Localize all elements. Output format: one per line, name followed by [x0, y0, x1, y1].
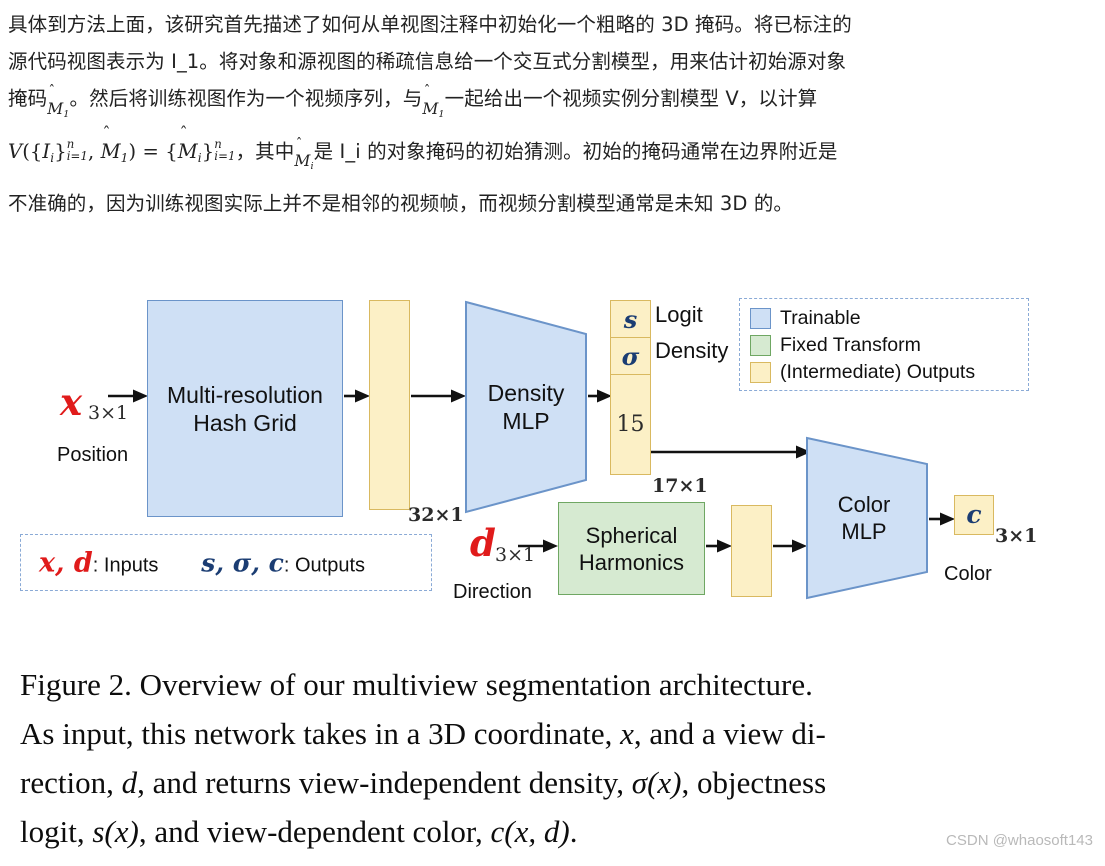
article-line-3-text-c: 一起给出一个视频实例分割模型 V，以计算 [444, 87, 818, 110]
figure-caption: Figure 2. Overview of our multiview segm… [20, 660, 1060, 856]
legend-label-trainable: Trainable [780, 307, 861, 329]
spherical-harmonics-line2: Harmonics [578, 549, 685, 575]
color-output-label: Color [944, 563, 992, 585]
output-cell-logit: s [611, 301, 650, 338]
output-label-density: Density [655, 338, 729, 363]
caption-l3-a: rection, [20, 765, 122, 800]
output-label-logit: Logit [655, 302, 703, 327]
caption-l2-math-x: x [620, 716, 634, 751]
caption-l2-a: As input, this network takes in a 3D coo… [20, 716, 621, 751]
legend-outputs-symbols: s, σ, c [201, 548, 284, 577]
legend-row-intermediate-outputs: (Intermediate) Outputs [750, 359, 1018, 386]
legend-row-fixed-transform: Fixed Transform [750, 332, 1018, 359]
mask-hat-mi-inline: ̂ Mi [294, 136, 314, 173]
output-value-15: 15 [616, 411, 645, 437]
output-stack-dim: 17×1 [652, 475, 708, 497]
article-line-3-text-a: 掩码 [8, 87, 48, 110]
legend-outputs-label: Outputs [294, 554, 366, 576]
swatch-intermediate-outputs-icon [750, 362, 771, 383]
density-mlp-line1: Density [487, 380, 565, 406]
feature-vector-32 [369, 300, 410, 510]
spherical-harmonics-line1: Spherical [585, 522, 678, 548]
density-output-stack: s σ 15 [610, 300, 651, 475]
output-cell-density: σ [611, 338, 650, 375]
arrow-d-to-spherical-harmonics [518, 538, 558, 554]
legend-label-intermediate-outputs: (Intermediate) Outputs [780, 361, 976, 383]
output-symbol-sigma: σ [621, 341, 640, 371]
input-label-direction: Direction [453, 581, 532, 603]
article-line-3-text-b: 。然后将训练视图作为一个视频序列，与 [69, 87, 423, 110]
caption-l4-c: , and view-dependent color, [138, 814, 491, 849]
hash-grid-block: Multi-resolution Hash Grid [147, 300, 343, 517]
legend-outputs-sep: : [283, 554, 295, 576]
legend-inputs-label: Inputs [103, 554, 159, 576]
density-mlp-label: Density MLP [464, 379, 588, 435]
caption-l3-c: , and returns view-independent density, [137, 765, 632, 800]
hash-grid-label: Multi-resolution Hash Grid [148, 381, 342, 437]
article-line-1: 具体到方法上面，该研究首先描述了如何从单视图注释中初始化一个粗略的 3D 掩码。… [8, 13, 852, 36]
caption-line-3: rection, d, and returns view-independent… [20, 758, 1060, 807]
color-mlp-label: Color MLP [805, 491, 923, 545]
architecture-diagram: x 3×1 Position Multi-resolution Hash Gri… [0, 276, 1105, 621]
output-symbol-s: s [623, 304, 638, 334]
arrow-feature-to-density-mlp [411, 388, 466, 404]
caption-line-2: As input, this network takes in a 3D coo… [20, 709, 1060, 758]
input-symbol-x: x [60, 380, 83, 424]
legend-label-fixed-transform: Fixed Transform [780, 334, 921, 356]
feature-vector-32-dim: 32×1 [408, 504, 464, 526]
arrow-sh-feature-to-color-mlp [773, 538, 807, 554]
caption-l4-a: logit, [20, 814, 93, 849]
color-mlp-line2: MLP [841, 519, 887, 544]
input-dim-x: 3×1 [88, 402, 129, 424]
mask-hat-m1-inline-2: ̂ M1 [422, 84, 445, 120]
arrow-density-mlp-to-output-stack [588, 388, 612, 404]
output-cell-rest: 15 [611, 375, 650, 473]
hash-grid-line2: Hash Grid [193, 409, 297, 436]
caption-line-1: Figure 2. Overview of our multiview segm… [20, 667, 813, 702]
color-output-dim: 3×1 [995, 525, 1038, 547]
arrow-x-to-hashgrid [108, 388, 148, 404]
article-body: 具体到方法上面，该研究首先描述了如何从单视图注释中初始化一个粗略的 3D 掩码。… [8, 6, 1098, 222]
swatch-trainable-icon [750, 308, 771, 329]
caption-line-4: logit, s(x), and view-dependent color, c… [20, 807, 1060, 856]
legend-inputs-outputs: x, d: Inputs s, σ, c: Outputs [20, 534, 432, 591]
legend-inputs-symbols: x, d [39, 547, 93, 578]
input-label-position: Position [57, 444, 129, 466]
article-line-4-text-b: 是 I_i 的对象掩码的初始猜测。初始的掩码通常在边界附近是 [313, 139, 838, 163]
caption-l4-math-c: c(x, d) [490, 814, 570, 849]
caption-l2-c: , and a view di- [633, 716, 826, 751]
spherical-harmonics-block: Spherical Harmonics [558, 502, 705, 595]
color-output-symbol: c [966, 500, 982, 529]
swatch-fixed-transform-icon [750, 335, 771, 356]
arrow-hashgrid-to-feature [344, 388, 370, 404]
sh-feature-vector [731, 505, 772, 597]
article-line-3: 掩码̂ M1。然后将训练视图作为一个视频序列，与̂ M1一起给出一个视频实例分割模型… [8, 80, 1098, 133]
color-mlp-line1: Color [837, 492, 891, 517]
arrow-output-stack-to-color-mlp [651, 444, 811, 460]
article-line-2: 源代码视图表示为 I_1。将对象和源视图的稀疏信息给一个交互式分割模型，用来估计… [8, 50, 847, 73]
caption-l4-e: . [569, 814, 578, 849]
caption-l3-math-sigma: σ(x) [631, 765, 682, 800]
legend-inputs-sep: : [92, 554, 104, 576]
hash-grid-line1: Multi-resolution [167, 381, 323, 408]
density-mlp-block: Density MLP [464, 300, 588, 514]
article-line-4-text-a: ，其中 [235, 139, 295, 163]
mask-hat-m1-inline-1: ̂ M1 [47, 84, 70, 120]
caption-l3-e: , objectness [681, 765, 827, 800]
caption-l4-math-s: s(x) [92, 814, 139, 849]
input-symbol-d: d [470, 521, 496, 565]
legend-row-trainable: Trainable [750, 305, 1018, 332]
legend-node-types: Trainable Fixed Transform (Intermediate)… [739, 298, 1029, 391]
spherical-harmonics-label: Spherical Harmonics [559, 522, 704, 576]
article-line-4: V({Ii}n i=1, ̂ M1) = {̂ Mi}n i=1，其中̂ Mi是 I_i … [8, 123, 1098, 186]
arrow-color-mlp-to-color-output [929, 511, 955, 527]
arrow-spherical-harmonics-to-sh-feature [706, 538, 732, 554]
color-output-box: c [954, 495, 994, 535]
density-mlp-line2: MLP [502, 408, 550, 434]
formula-video-seg: V({Ii}n i=1, ̂ M1) = {̂ Mi}n i=1 [8, 123, 236, 165]
caption-l3-math-d: d [121, 765, 138, 800]
color-mlp-block: Color MLP [805, 436, 929, 600]
watermark-csdn: CSDN @whaosoft143 [946, 832, 1093, 849]
article-line-5: 不准确的，因为训练视图实际上并不是相邻的视频帧，而视频分割模型通常是未知 3D … [8, 192, 794, 216]
